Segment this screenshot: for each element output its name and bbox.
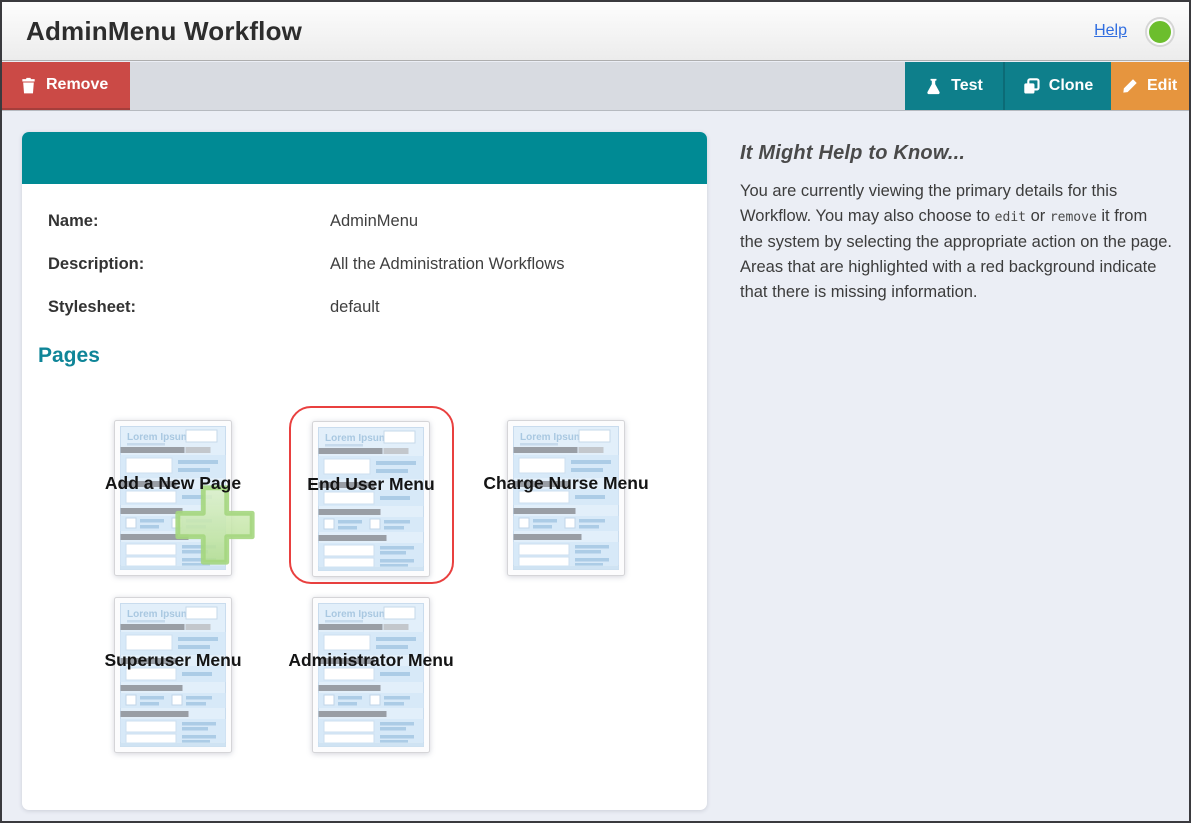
field-row-name: Name: AdminMenu (48, 212, 678, 234)
page-label: Add a New Page (105, 473, 241, 494)
action-toolbar: Remove Test Clone Edit (2, 62, 1189, 111)
svg-text:Lorem Ipsum: Lorem Ipsum (127, 432, 190, 443)
clone-icon (1023, 78, 1040, 95)
svg-text:Lorem Ipsum: Lorem Ipsum (325, 609, 388, 620)
flask-icon (925, 78, 942, 95)
status-indicator-green-dot (1147, 19, 1173, 45)
help-link[interactable]: Help (1094, 22, 1127, 40)
page-label: Charge Nurse Menu (483, 473, 648, 494)
help-panel-body: You are currently viewing the primary de… (740, 179, 1174, 305)
name-field-value: AdminMenu (330, 212, 418, 231)
description-field-value: All the Administration Workflows (330, 255, 564, 274)
page-thumbnail-administrator-menu[interactable]: Lorem Ipsum (312, 597, 430, 753)
pages-section-heading: Pages (38, 344, 100, 368)
page-thumbnail-superuser-menu[interactable]: Lorem Ipsum (114, 597, 232, 753)
remove-code-text: remove (1050, 210, 1097, 225)
application-window: AdminMenu Workflow Help Remove Test (0, 0, 1191, 823)
page-preview-document: Lorem Ipsum (507, 420, 625, 576)
pencil-icon (1121, 78, 1138, 95)
page-thumbnail-charge-nurse-menu[interactable]: Lorem Ipsum (507, 420, 625, 576)
page-thumbnail-add-a-new-page[interactable]: Lorem Ipsum (114, 420, 232, 576)
svg-text:Lorem Ipsum: Lorem Ipsum (520, 432, 583, 443)
help-text-2: or (1026, 207, 1050, 225)
field-row-stylesheet: Stylesheet: default (48, 298, 678, 320)
stylesheet-field-value: default (330, 298, 380, 317)
help-panel: It Might Help to Know... You are current… (740, 142, 1174, 305)
edit-button-label: Edit (1147, 77, 1177, 95)
page-preview-document: Lorem Ipsum (114, 597, 232, 753)
page-thumbnail-end-user-menu[interactable]: Lorem Ipsum (312, 421, 430, 577)
edit-button[interactable]: Edit (1111, 62, 1189, 110)
page-title: AdminMenu Workflow (26, 2, 302, 60)
stylesheet-field-label: Stylesheet: (48, 298, 136, 317)
remove-button-label: Remove (46, 76, 108, 94)
page-header: AdminMenu Workflow Help (2, 2, 1189, 61)
test-button[interactable]: Test (905, 62, 1003, 110)
toolbar-right-group: Test Clone Edit (905, 62, 1189, 110)
clone-button-label: Clone (1049, 77, 1093, 95)
test-button-label: Test (951, 77, 983, 95)
description-field-label: Description: (48, 255, 144, 274)
add-page-plus-icon (171, 481, 259, 569)
page-label: Superuser Menu (104, 650, 241, 671)
svg-text:Lorem Ipsum: Lorem Ipsum (127, 609, 190, 620)
svg-text:Lorem Ipsum: Lorem Ipsum (325, 433, 388, 444)
page-preview-document: Lorem Ipsum (312, 421, 430, 577)
trash-icon (20, 77, 37, 94)
name-field-label: Name: (48, 212, 98, 231)
page-label: End User Menu (307, 474, 434, 495)
clone-button[interactable]: Clone (1003, 62, 1111, 110)
field-row-description: Description: All the Administration Work… (48, 255, 678, 277)
remove-button[interactable]: Remove (2, 62, 130, 110)
page-preview-document: Lorem Ipsum (312, 597, 430, 753)
edit-code-text: edit (995, 210, 1026, 225)
help-panel-title: It Might Help to Know... (740, 142, 1174, 165)
page-label: Administrator Menu (288, 650, 453, 671)
card-header-bar (22, 132, 707, 184)
